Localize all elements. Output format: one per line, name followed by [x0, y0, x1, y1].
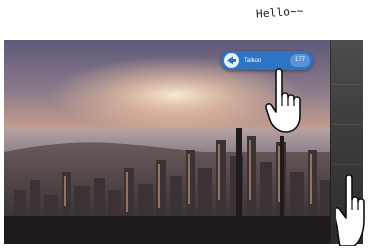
rail-divider: [331, 164, 363, 165]
tap-hand-icon: [265, 68, 301, 133]
rail-divider: [331, 84, 363, 85]
talk-arrow-icon: [224, 53, 239, 68]
talk-button-label: Talkon: [244, 57, 262, 64]
rail-divider: [331, 124, 363, 125]
caption-hello: Hello~~: [255, 4, 305, 21]
swipe-hand-icon: [336, 174, 365, 246]
